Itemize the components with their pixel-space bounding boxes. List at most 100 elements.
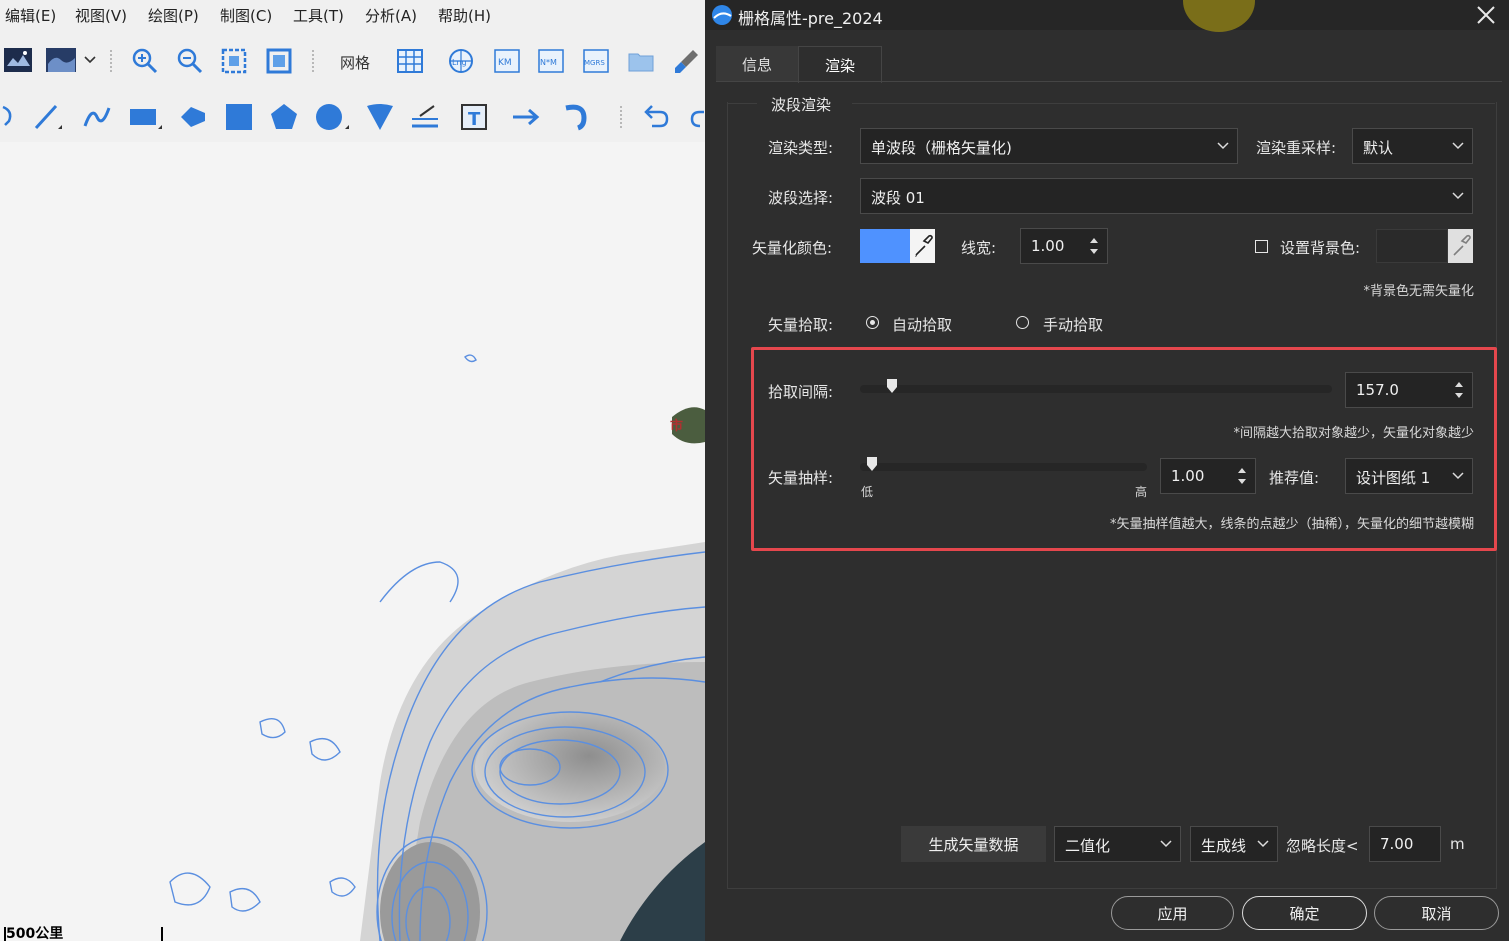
interval-slider-track[interactable]	[860, 385, 1332, 393]
render-type-select[interactable]: 单波段（栅格矢量化)	[860, 128, 1238, 164]
zoom-in-icon[interactable]	[130, 46, 160, 76]
arrow-shape-icon[interactable]	[178, 102, 208, 132]
grid-label: 网格	[340, 54, 371, 72]
vector-color-label: 矢量化颜色:	[752, 239, 833, 257]
pick-manual-label[interactable]: 手动拾取	[1043, 314, 1103, 335]
ignore-length-unit: m	[1450, 835, 1465, 853]
binarize-select[interactable]: 二值化	[1054, 826, 1181, 862]
lnglat-grid-icon[interactable]: Lng	[446, 46, 476, 76]
chevron-down-icon	[1452, 192, 1464, 200]
eyedropper-icon	[915, 234, 933, 257]
rectangle-tool-icon[interactable]	[128, 102, 164, 132]
toolbar-top: 网格 Lng KM N*M MGRS	[0, 30, 705, 88]
output-type-select[interactable]: 生成线	[1190, 826, 1278, 862]
resample-select[interactable]: 默认	[1352, 128, 1473, 164]
zoom-out-icon[interactable]	[175, 46, 205, 76]
menu-draw[interactable]: 绘图(P)	[148, 5, 199, 26]
grid-icon[interactable]	[395, 46, 425, 76]
pentagon-tool-icon[interactable]	[269, 102, 299, 132]
tab-info[interactable]: 信息	[716, 46, 798, 82]
ignore-length-input[interactable]: 7.00	[1369, 826, 1441, 862]
recommend-label: 推荐值:	[1269, 469, 1320, 487]
sampling-slider-thumb[interactable]	[867, 457, 877, 471]
sector-tool-icon[interactable]	[365, 102, 395, 132]
apply-button[interactable]: 应用	[1111, 896, 1234, 930]
interval-spinner[interactable]: 157.0	[1345, 372, 1473, 408]
chevron-down-icon	[1217, 142, 1229, 150]
bg-color-swatch[interactable]	[1376, 229, 1448, 263]
full-extent-icon[interactable]	[264, 46, 294, 76]
sampling-spinner[interactable]: 1.00	[1160, 458, 1256, 494]
spinner-arrows-icon[interactable]	[1454, 380, 1464, 400]
pick-auto-label[interactable]: 自动拾取	[892, 314, 952, 335]
group-border	[852, 103, 1495, 104]
menu-view[interactable]: 视图(V)	[75, 5, 127, 26]
brush-icon[interactable]	[672, 46, 702, 76]
spinner-arrows-icon[interactable]	[1089, 236, 1099, 256]
ignore-length-value: 7.00	[1380, 835, 1414, 853]
pick-manual-radio[interactable]	[1016, 316, 1029, 329]
sampling-slider-track[interactable]	[860, 463, 1147, 471]
menu-bar: 编辑(E) 视图(V) 绘图(P) 制图(C) 工具(T) 分析(A) 帮助(H…	[0, 0, 705, 30]
svg-text:Lng: Lng	[452, 58, 467, 67]
generate-vector-button[interactable]: 生成矢量数据	[901, 826, 1046, 862]
dialog-titlebar[interactable]: 栅格属性-pre_2024	[705, 0, 1509, 32]
satellite-map-icon[interactable]	[44, 44, 78, 76]
redo-icon[interactable]	[686, 102, 705, 132]
close-icon[interactable]	[1473, 2, 1499, 28]
city-label: 市	[670, 419, 684, 434]
interval-label: 拾取间隔:	[768, 383, 834, 401]
vector-color-swatch[interactable]	[860, 229, 910, 263]
toolbar-separator	[110, 50, 116, 72]
menu-help[interactable]: 帮助(H)	[438, 5, 491, 26]
svg-text:N*M: N*M	[540, 58, 557, 67]
menu-tools[interactable]: 工具(T)	[293, 5, 344, 26]
pick-auto-radio[interactable]	[866, 316, 879, 329]
map-canvas[interactable]: 市 500公里	[0, 142, 705, 941]
chevron-down-icon	[1160, 840, 1172, 848]
menu-edit[interactable]: 编辑(E)	[5, 5, 56, 26]
text-tool-icon[interactable]: T	[460, 102, 496, 132]
curve-tool-icon[interactable]	[82, 102, 112, 132]
recommend-select[interactable]: 设计图纸 1	[1345, 458, 1473, 494]
resample-label: 渲染重采样:	[1256, 139, 1337, 157]
circle-tool-icon[interactable]	[314, 102, 350, 132]
spinner-arrows-icon[interactable]	[1237, 466, 1247, 486]
nm-grid-icon[interactable]: N*M	[536, 46, 566, 76]
ok-button[interactable]: 确定	[1242, 896, 1367, 930]
sampling-label: 矢量抽样:	[768, 469, 834, 487]
cancel-button[interactable]: 取消	[1374, 896, 1499, 930]
arrow-tool-icon[interactable]	[510, 102, 546, 132]
render-type-value: 单波段（栅格矢量化)	[871, 139, 1012, 157]
cursor-highlight	[1183, 0, 1255, 32]
folder-icon[interactable]	[626, 46, 656, 76]
interval-slider-thumb[interactable]	[887, 379, 897, 393]
band-select[interactable]: 波段 01	[860, 178, 1473, 214]
recommend-value: 设计图纸 1	[1356, 469, 1431, 487]
zoom-extent-icon[interactable]	[219, 46, 249, 76]
undo-icon[interactable]	[640, 102, 670, 132]
measure-tool-icon[interactable]	[410, 102, 446, 132]
line-width-value: 1.00	[1031, 237, 1065, 255]
ignore-length-label: 忽略长度<	[1286, 837, 1359, 855]
render-type-label: 渲染类型:	[768, 139, 834, 157]
line-tool-icon[interactable]	[32, 102, 62, 132]
group-title: 波段渲染	[771, 96, 832, 114]
hook-tool-icon[interactable]	[562, 102, 598, 132]
menu-cartography[interactable]: 制图(C)	[220, 5, 272, 26]
mgrs-grid-icon[interactable]: MGRS	[581, 46, 611, 76]
group-border	[727, 103, 757, 104]
eyedropper-button[interactable]	[910, 229, 935, 263]
binarize-value: 二值化	[1065, 837, 1111, 855]
km-grid-icon[interactable]: KM	[492, 46, 522, 76]
sampling-note: *矢量抽样值越大，线条的点越少（抽稀），矢量化的细节越模糊	[1109, 517, 1474, 532]
square-tool-icon[interactable]	[224, 102, 254, 132]
basemap-icon[interactable]	[2, 44, 34, 76]
bg-color-checkbox[interactable]	[1255, 240, 1268, 253]
menu-analysis[interactable]: 分析(A)	[365, 5, 417, 26]
tab-render[interactable]: 渲染	[798, 46, 882, 83]
line-width-spinner[interactable]: 1.00	[1020, 228, 1108, 264]
lasso-icon[interactable]	[0, 102, 16, 130]
chevron-down-icon[interactable]	[82, 50, 98, 70]
bg-eyedropper-button[interactable]	[1448, 229, 1473, 263]
